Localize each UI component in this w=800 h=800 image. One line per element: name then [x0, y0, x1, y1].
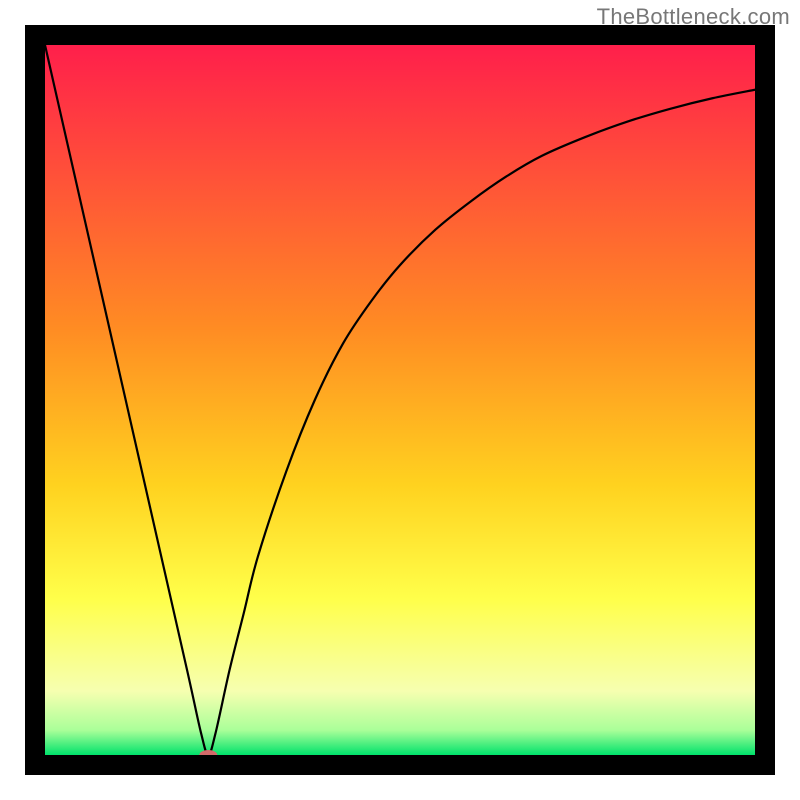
plot-border	[25, 25, 775, 775]
watermark-text: TheBottleneck.com	[597, 4, 790, 30]
chart-container: TheBottleneck.com	[0, 0, 800, 800]
chart-svg	[45, 45, 755, 755]
gradient-background	[45, 45, 755, 755]
plot-area	[45, 45, 755, 755]
